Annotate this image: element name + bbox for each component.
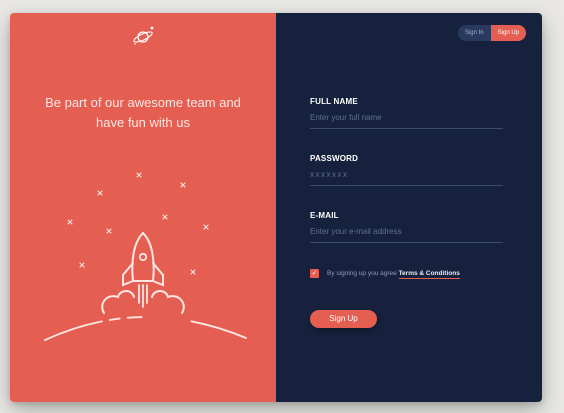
full-name-field[interactable]: FULL NAME Enter your full name (310, 97, 503, 129)
full-name-input[interactable]: Enter your full name (310, 113, 503, 123)
email-field[interactable]: E-MAIL Enter your e-mail address (310, 211, 503, 243)
password-label: PASSWORD (310, 154, 359, 163)
password-field[interactable]: PASSWORD xxxxxxx (310, 154, 503, 186)
agreement-prefix: By signing up you agree (327, 270, 399, 277)
agreement-text: By signing up you agree Terms & Conditio… (327, 270, 460, 279)
form-panel: Sign In Sign Up FULL NAME Enter your ful… (276, 13, 542, 402)
star-icon (67, 172, 209, 275)
input-underline (310, 185, 503, 186)
tagline: Be part of our awesome team and have fun… (45, 95, 241, 130)
terms-agreement: ✓ By signing up you agree Terms & Condit… (310, 269, 460, 279)
input-underline (310, 242, 503, 243)
full-name-label: FULL NAME (310, 97, 358, 106)
planet-icon (133, 26, 154, 45)
sign-up-tab[interactable]: Sign Up (490, 25, 526, 41)
sign-up-button[interactable]: Sign Up (310, 310, 377, 328)
terms-link[interactable]: Terms & Conditions (398, 270, 460, 279)
email-label: E-MAIL (310, 211, 339, 220)
input-underline (310, 128, 503, 129)
auth-toggle: Sign In Sign Up (457, 25, 526, 41)
signup-card: Be part of our awesome team and have fun… (10, 13, 542, 402)
terms-checkbox[interactable]: ✓ (310, 269, 319, 278)
email-input[interactable]: Enter your e-mail address (310, 227, 503, 237)
hero-panel: Be part of our awesome team and have fun… (10, 13, 276, 402)
checkmark-icon: ✓ (311, 270, 318, 277)
rocket-illustration (44, 172, 247, 341)
sign-in-tab[interactable]: Sign In (457, 25, 491, 41)
password-input[interactable]: xxxxxxx (310, 170, 503, 180)
